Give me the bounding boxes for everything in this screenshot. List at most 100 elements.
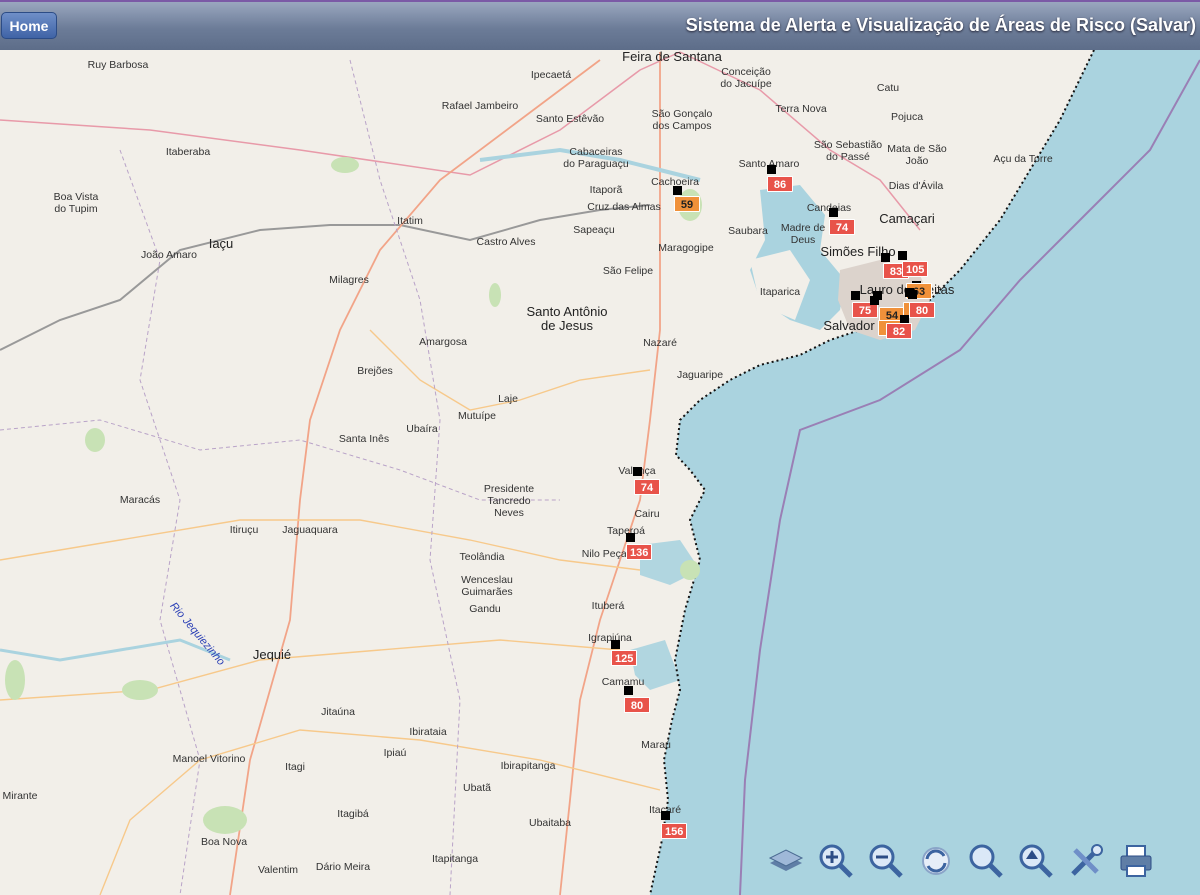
alert-point-marker[interactable] bbox=[611, 640, 620, 649]
place-label: Itaporã bbox=[589, 184, 623, 196]
alert-point-marker[interactable] bbox=[870, 296, 879, 305]
place-label: Conceição do Jacuípe bbox=[720, 66, 772, 90]
place-label: Ubatã bbox=[462, 782, 492, 794]
place-label: Itagi bbox=[285, 761, 305, 773]
print-icon bbox=[1116, 841, 1156, 881]
alert-value-badge[interactable]: 80 bbox=[909, 302, 935, 318]
place-label: Mata de São João bbox=[887, 143, 947, 167]
park-area bbox=[5, 660, 25, 700]
place-label: Nazaré bbox=[643, 337, 677, 349]
road bbox=[0, 639, 621, 701]
place-label: Açu da Torre bbox=[993, 153, 1053, 165]
park-area bbox=[331, 157, 359, 173]
settings-tools-icon bbox=[1066, 841, 1106, 881]
place-label: Jitaúna bbox=[321, 706, 355, 718]
place-label: Ipecaetá bbox=[530, 69, 572, 81]
place-label: São Sebastião do Passé bbox=[813, 139, 883, 163]
alert-value-badge[interactable]: 136 bbox=[626, 544, 653, 560]
alert-value-badge[interactable]: 82 bbox=[886, 323, 912, 339]
place-label: Catu bbox=[876, 82, 900, 94]
place-label: Maragogipe bbox=[658, 242, 714, 254]
place-label: Itaberaba bbox=[165, 146, 211, 158]
place-label: Itapitanga bbox=[431, 853, 479, 865]
place-label: Cabaceiras do Paraguaçu bbox=[563, 146, 629, 170]
place-label: Mutuípe bbox=[458, 410, 496, 422]
place-label: Laje bbox=[498, 393, 518, 405]
zoom-out-icon bbox=[866, 841, 906, 881]
alert-point-marker[interactable] bbox=[626, 533, 635, 542]
place-label: Boa Nova bbox=[200, 836, 248, 848]
place-label: Jaguaripe bbox=[676, 369, 724, 381]
alert-value-badge[interactable]: 59 bbox=[674, 196, 700, 212]
place-label: Manoel Vitorino bbox=[172, 753, 246, 765]
place-label: Brejões bbox=[357, 365, 393, 377]
place-label: Camaçari bbox=[879, 211, 935, 226]
base-map bbox=[0, 50, 1200, 895]
place-label: Pojuca bbox=[890, 111, 924, 123]
place-label: Itatim bbox=[397, 215, 423, 227]
place-label: Ibirataia bbox=[409, 726, 447, 738]
place-label: Rafael Jambeiro bbox=[441, 100, 519, 112]
home-button[interactable]: Home bbox=[1, 12, 57, 39]
alert-point-marker[interactable] bbox=[624, 686, 633, 695]
place-label: Cruz das Almas bbox=[587, 201, 661, 213]
alert-value-badge[interactable]: 74 bbox=[829, 219, 855, 235]
place-label: Castro Alves bbox=[476, 236, 536, 248]
alert-value-badge[interactable]: 80 bbox=[624, 697, 650, 713]
place-label: Presidente Tancredo Neves bbox=[483, 483, 535, 519]
place-label: Iaçu bbox=[208, 236, 234, 251]
alert-point-marker[interactable] bbox=[908, 290, 917, 299]
alert-point-marker[interactable] bbox=[851, 291, 860, 300]
alert-point-marker[interactable] bbox=[633, 467, 642, 476]
place-label: Ibirapitanga bbox=[500, 760, 556, 772]
place-label: Jequié bbox=[252, 647, 292, 662]
zoom-previous-button[interactable] bbox=[1016, 841, 1056, 881]
park-area bbox=[203, 806, 247, 834]
alert-point-marker[interactable] bbox=[673, 186, 682, 195]
alert-point-marker[interactable] bbox=[898, 251, 907, 260]
place-label: Itiruçu bbox=[229, 524, 259, 536]
refresh-button[interactable] bbox=[916, 841, 956, 881]
place-label: Jaguaquara bbox=[282, 524, 338, 536]
alert-point-marker[interactable] bbox=[829, 208, 838, 217]
place-label: Mirante bbox=[2, 790, 38, 802]
place-label: Ipiaú bbox=[383, 747, 407, 759]
layers-button[interactable] bbox=[766, 841, 806, 881]
zoom-extent-button[interactable] bbox=[966, 841, 1006, 881]
river bbox=[0, 638, 231, 662]
place-label: Salvador bbox=[823, 318, 875, 333]
alert-value-badge[interactable]: 156 bbox=[661, 823, 688, 839]
place-label: Ubaitaba bbox=[528, 817, 572, 829]
alert-value-badge[interactable]: 74 bbox=[634, 479, 660, 495]
place-label: Maraú bbox=[641, 739, 671, 751]
zoom-in-button[interactable] bbox=[816, 841, 856, 881]
zoom-out-button[interactable] bbox=[866, 841, 906, 881]
place-label: Feira de Santana bbox=[622, 50, 722, 64]
alert-value-badge[interactable]: 86 bbox=[767, 176, 793, 192]
app-header: Home Sistema de Alerta e Visualização de… bbox=[0, 0, 1200, 50]
place-label: Gandu bbox=[469, 603, 501, 615]
alert-point-marker[interactable] bbox=[881, 253, 890, 262]
place-label: Valentim bbox=[257, 864, 299, 876]
place-label: São Felipe bbox=[602, 265, 654, 277]
alert-value-badge[interactable]: 105 bbox=[902, 261, 929, 277]
place-label: Amargosa bbox=[419, 336, 467, 348]
alert-value-badge[interactable]: 125 bbox=[611, 650, 638, 666]
place-label: Itaparica bbox=[759, 286, 801, 298]
boundary bbox=[0, 419, 560, 501]
settings-tools-button[interactable] bbox=[1066, 841, 1106, 881]
place-label: Camamu bbox=[601, 676, 645, 688]
print-button[interactable] bbox=[1116, 841, 1156, 881]
layers-icon bbox=[766, 841, 806, 881]
place-label: Ruy Barbosa bbox=[87, 59, 149, 71]
boundary bbox=[349, 59, 461, 895]
map-view[interactable]: Feira de Santana Ruy Barbosa Ipecaetá Conce… bbox=[0, 50, 1200, 895]
place-label: Boa Vista do Tupim bbox=[53, 191, 99, 215]
place-label: Santo Antônio de Jesus bbox=[526, 304, 608, 333]
alert-point-marker[interactable] bbox=[661, 811, 670, 820]
zoom-in-icon bbox=[816, 841, 856, 881]
place-label: Maracás bbox=[119, 494, 161, 506]
alert-point-marker[interactable] bbox=[767, 165, 776, 174]
place-label: Sapeaçu bbox=[573, 224, 615, 236]
place-label: Dias d'Ávila bbox=[888, 180, 944, 192]
